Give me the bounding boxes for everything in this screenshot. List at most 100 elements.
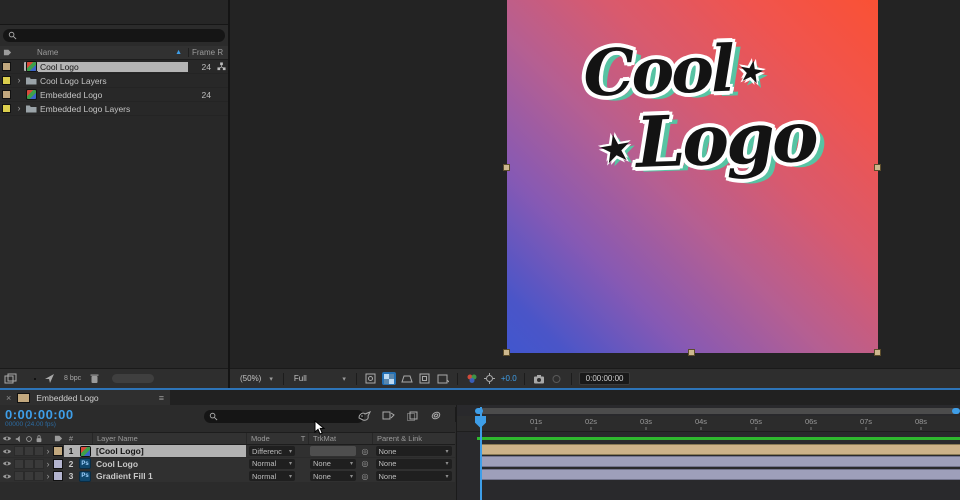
item-name[interactable]: Embedded Logo <box>38 90 188 100</box>
trkmat-dropdown[interactable]: None ▾ <box>308 470 358 482</box>
lock-toggle-cell[interactable] <box>34 471 44 481</box>
brainstorm-icon[interactable] <box>430 410 442 421</box>
visibility-eye-icon[interactable] <box>0 470 14 482</box>
selection-handle-bottom-right[interactable] <box>874 349 881 356</box>
parent-link-dropdown[interactable]: None ▾ <box>372 470 455 482</box>
label-color-swatch[interactable] <box>2 62 11 71</box>
lock-icon[interactable] <box>34 433 44 444</box>
exposure-value[interactable]: +0.0 <box>501 374 517 383</box>
send-icon[interactable] <box>44 373 55 384</box>
label-color-swatch[interactable] <box>2 90 11 99</box>
resolution-dropdown[interactable]: Full ▾ <box>291 374 349 383</box>
expander-icon[interactable]: › <box>44 445 52 457</box>
mask-visibility-icon[interactable] <box>400 372 414 385</box>
selection-handle-bottom-left[interactable] <box>503 349 510 356</box>
layer-duration-bar[interactable] <box>481 468 960 480</box>
magnification-dropdown[interactable]: (50%) ▾ <box>237 374 276 383</box>
timeline-tab-embedded-logo[interactable]: × Embedded Logo ≡ <box>0 390 170 405</box>
preview-time-display[interactable]: 0:00:00:00 <box>578 372 631 385</box>
navigator-right-handle[interactable] <box>952 408 960 414</box>
pixel-aspect-icon[interactable] <box>436 372 450 385</box>
project-item[interactable]: › Embedded Logo Layers <box>0 102 228 116</box>
solo-toggle-cell[interactable] <box>24 446 34 456</box>
parent-link-dropdown[interactable]: None ▾ <box>372 445 455 457</box>
layer-name[interactable]: Cool Logo <box>92 458 246 470</box>
navigator-left-handle[interactable] <box>475 408 483 414</box>
frame-rate-column-header[interactable]: Frame R <box>188 48 228 57</box>
current-time-display[interactable]: 0:00:00:00 <box>5 407 74 422</box>
blend-mode-dropdown[interactable]: Differenc ▾ <box>246 445 298 457</box>
audio-icon[interactable] <box>14 433 24 444</box>
show-snapshot-icon[interactable] <box>550 372 564 385</box>
eye-icon[interactable] <box>0 433 14 444</box>
composition-canvas[interactable]: Cool★ ★Logo <box>503 0 881 356</box>
audio-toggle-cell[interactable] <box>14 471 24 481</box>
label-color-swatch[interactable] <box>52 458 64 470</box>
number-column-header[interactable]: # <box>64 433 78 444</box>
label-column-icon[interactable] <box>52 433 64 444</box>
label-color-swatch[interactable] <box>52 470 64 482</box>
project-item[interactable]: › Cool Logo Layers <box>0 74 228 88</box>
solo-toggle-cell[interactable] <box>24 458 34 469</box>
blend-mode-dropdown[interactable]: Normal ▾ <box>246 458 298 470</box>
timeline-search-input[interactable] <box>204 410 364 423</box>
layer-name[interactable]: Gradient Fill 1 <box>92 470 246 482</box>
label-color-swatch[interactable] <box>2 76 11 85</box>
name-column-header[interactable]: Name <box>37 48 58 57</box>
delete-icon[interactable] <box>90 373 99 384</box>
pickwhip-icon[interactable]: ◎ <box>358 458 372 470</box>
search-input[interactable] <box>3 29 225 42</box>
selection-handle-right[interactable] <box>874 164 881 171</box>
close-icon[interactable]: × <box>6 393 11 403</box>
snapshot-camera-icon[interactable] <box>532 372 546 385</box>
pickwhip-icon[interactable]: ◎ <box>358 445 372 457</box>
project-item[interactable]: Cool Logo 24 <box>0 60 228 74</box>
reset-exposure-icon[interactable] <box>483 372 497 385</box>
time-ruler[interactable]: 0s01s02s03s04s05s06s07s08s <box>457 416 960 432</box>
lock-toggle-cell[interactable] <box>34 458 44 469</box>
t-column-header[interactable]: T <box>298 433 308 444</box>
mode-column-header[interactable]: Mode <box>246 433 298 444</box>
expander-icon[interactable]: › <box>44 458 52 470</box>
channel-settings-icon[interactable] <box>465 372 479 385</box>
timeline-layer-row[interactable]: › 3 Ps Gradient Fill 1 Normal ▾ None ▾ ◎ None ▾ <box>0 470 455 482</box>
blend-mode-dropdown[interactable]: Normal ▾ <box>246 470 298 482</box>
active-panel-divider[interactable] <box>0 388 960 390</box>
shy-icon[interactable] <box>358 410 371 421</box>
lock-toggle-cell[interactable] <box>34 446 44 456</box>
solo-toggle-cell[interactable] <box>24 471 34 481</box>
panel-menu-icon[interactable]: ≡ <box>159 393 164 403</box>
timeline-layer-row[interactable]: › 2 Ps Cool Logo Normal ▾ None ▾ ◎ None ▾ <box>0 457 455 470</box>
trkmat-dropdown[interactable]: None ▾ <box>308 458 358 470</box>
layer-duration-bar[interactable] <box>481 443 960 455</box>
project-columns-header[interactable]: Name ▲ Frame R <box>0 46 228 60</box>
item-name[interactable]: Embedded Logo Layers <box>38 104 188 114</box>
expander-icon[interactable]: › <box>14 104 24 113</box>
expander-icon[interactable]: › <box>14 76 24 85</box>
timeline-navigator-bar[interactable] <box>477 408 959 414</box>
layer-name[interactable]: [Cool Logo] <box>92 445 246 457</box>
interpret-footage-icon[interactable] <box>4 373 17 384</box>
expander-icon[interactable]: › <box>44 470 52 482</box>
current-time-indicator-line[interactable] <box>480 407 482 500</box>
layer-name-column-header[interactable]: Layer Name <box>92 433 246 444</box>
visibility-eye-icon[interactable] <box>0 458 14 470</box>
pickwhip-icon[interactable]: ◎ <box>358 470 372 482</box>
audio-toggle-cell[interactable] <box>14 446 24 456</box>
solo-icon[interactable] <box>24 433 34 444</box>
parent-link-dropdown[interactable]: None ▾ <box>372 458 455 470</box>
visibility-eye-icon[interactable] <box>0 445 14 457</box>
label-color-swatch[interactable] <box>52 445 64 457</box>
selection-handle-left[interactable] <box>503 164 510 171</box>
parent-link-column-header[interactable]: Parent & Link <box>372 433 455 444</box>
audio-toggle-cell[interactable] <box>14 458 24 469</box>
region-of-interest-icon[interactable] <box>418 372 432 385</box>
item-name[interactable]: Cool Logo Layers <box>38 76 188 86</box>
project-bit-depth[interactable]: 8 bpc <box>64 375 81 382</box>
project-item[interactable]: Embedded Logo 24 <box>0 88 228 102</box>
item-name[interactable]: Cool Logo <box>38 61 188 72</box>
selection-handle-bottom-center[interactable] <box>688 349 695 356</box>
motion-blur-icon[interactable] <box>406 410 419 421</box>
frame-blend-icon[interactable] <box>382 410 395 421</box>
label-color-swatch[interactable] <box>2 104 11 113</box>
